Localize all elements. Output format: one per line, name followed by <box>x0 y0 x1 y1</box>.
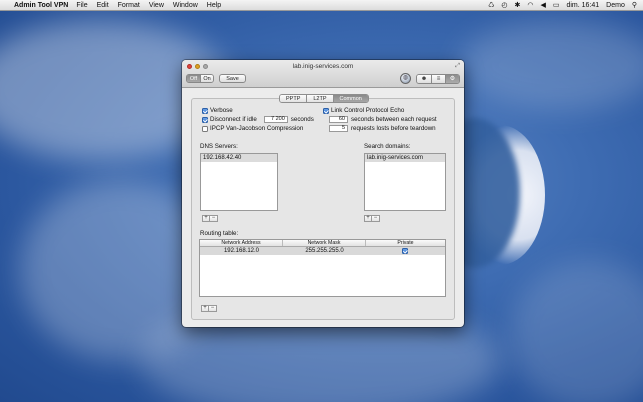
tab-common[interactable]: Common <box>332 95 368 102</box>
battery-icon[interactable]: ▭ <box>553 1 560 9</box>
user-menu[interactable]: Demo <box>606 2 625 9</box>
route-private <box>366 247 445 255</box>
users-view-icon[interactable]: ☻ <box>417 74 431 83</box>
column-network-mask[interactable]: Network Mask <box>283 240 366 246</box>
search-domains-label: Search domains: <box>364 143 411 150</box>
on-button[interactable]: On <box>200 75 213 82</box>
idle-seconds-field[interactable]: 7 200 <box>263 116 288 123</box>
menu-edit[interactable]: Edit <box>97 2 109 9</box>
add-dns-button[interactable]: + <box>202 215 210 222</box>
add-route-button[interactable]: + <box>201 305 209 312</box>
view-selector: ☻ ≡ ⚙ <box>416 73 460 84</box>
verbose-label: Verbose <box>210 107 233 114</box>
tab-l2tp[interactable]: L2TP <box>306 95 333 102</box>
routing-table: Network Address Network Mask Private 192… <box>199 239 446 297</box>
routing-table-header: Network Address Network Mask Private <box>200 240 445 247</box>
dns-add-remove: + − <box>202 215 218 222</box>
menu-window[interactable]: Window <box>173 2 198 9</box>
app-menu[interactable]: Admin Tool VPN <box>14 2 68 9</box>
idle-seconds-unit: seconds <box>290 116 314 123</box>
vpn-config-window: lab.inig-services.com ⤢ Off On Save ◍ ☻ … <box>182 60 464 327</box>
fullscreen-icon[interactable]: ⤢ <box>455 63 460 70</box>
off-button[interactable]: Off <box>187 75 200 82</box>
ipcp-label: IPCP Van-Jacobson Compression <box>210 125 304 132</box>
verbose-option[interactable]: Verbose <box>202 107 233 114</box>
lcp-echo-option[interactable]: Link Control Protocol Echo <box>323 107 404 114</box>
search-domains-list[interactable]: lab.inig-services.com <box>364 153 446 211</box>
globe-icon[interactable]: ◍ <box>400 73 411 84</box>
verbose-checkbox[interactable] <box>202 107 208 114</box>
disconnect-idle-option[interactable]: Disconnect if idle 7 200 seconds <box>202 116 314 123</box>
spotlight-search-icon[interactable]: ⚲ <box>632 1 637 9</box>
menu-bar: Admin Tool VPN File Edit Format View Win… <box>0 0 643 11</box>
window-title: lab.inig-services.com <box>292 63 354 70</box>
column-private[interactable]: Private <box>366 240 445 246</box>
list-item[interactable]: lab.inig-services.com <box>365 154 445 162</box>
dns-servers-list[interactable]: 192.168.42.40 <box>200 153 278 211</box>
remove-dns-button[interactable]: − <box>210 215 218 222</box>
save-button[interactable]: Save <box>219 74 246 83</box>
protocol-tabs: PPTP L2TP Common <box>279 94 369 103</box>
routing-table-label: Routing table: <box>200 230 239 237</box>
ipcp-checkbox[interactable] <box>202 125 208 132</box>
vpn-status-icon[interactable]: ♺ <box>488 1 494 9</box>
search-add-remove: + − <box>364 215 380 222</box>
column-network-address[interactable]: Network Address <box>200 240 283 246</box>
menu-format[interactable]: Format <box>118 2 140 9</box>
menu-file[interactable]: File <box>76 2 87 9</box>
disconnect-idle-label: Disconnect if idle <box>210 116 257 123</box>
echo-failures-unit: requests losts before teardown <box>351 125 436 132</box>
dns-servers-label: DNS Servers: <box>200 143 238 150</box>
lcp-echo-label: Link Control Protocol Echo <box>331 107 405 114</box>
echo-failures-field[interactable]: 5 <box>329 125 348 132</box>
title-bar: lab.inig-services.com ⤢ Off On Save ◍ ☻ … <box>182 60 464 88</box>
list-view-icon[interactable]: ≡ <box>431 74 445 83</box>
time-machine-icon[interactable]: ◴ <box>501 1 507 9</box>
remove-route-button[interactable]: − <box>209 305 217 312</box>
remove-domain-button[interactable]: − <box>372 215 380 222</box>
route-add-remove: + − <box>201 305 217 312</box>
ipcp-option[interactable]: IPCP Van-Jacobson Compression <box>202 125 303 132</box>
list-item[interactable]: 192.168.42.40 <box>201 154 277 162</box>
echo-interval-row: 60 seconds between each request <box>329 116 437 123</box>
menu-view[interactable]: View <box>149 2 164 9</box>
menu-clock[interactable]: dim. 16:41 <box>566 2 599 9</box>
route-mask[interactable]: 255.255.255.0 <box>283 248 366 254</box>
tab-pptp[interactable]: PPTP <box>280 95 307 102</box>
bluetooth-icon[interactable]: ✱ <box>514 1 520 9</box>
volume-icon[interactable]: ◀ <box>540 1 545 9</box>
echo-failures-row: 5 requests losts before teardown <box>329 125 436 132</box>
echo-interval-field[interactable]: 60 <box>329 116 348 123</box>
lcp-echo-checkbox[interactable] <box>323 107 329 114</box>
add-domain-button[interactable]: + <box>364 215 372 222</box>
disconnect-idle-checkbox[interactable] <box>202 116 208 123</box>
private-checkbox[interactable] <box>401 247 408 254</box>
power-toggle: Off On <box>186 74 214 83</box>
menu-help[interactable]: Help <box>207 2 221 9</box>
settings-view-icon[interactable]: ⚙ <box>445 74 459 83</box>
route-address[interactable]: 192.168.12.0 <box>200 248 283 254</box>
echo-interval-unit: seconds between each request <box>351 116 437 123</box>
wifi-icon[interactable]: ◠ <box>527 1 533 9</box>
table-row[interactable]: 192.168.12.0 255.255.255.0 <box>200 247 445 255</box>
